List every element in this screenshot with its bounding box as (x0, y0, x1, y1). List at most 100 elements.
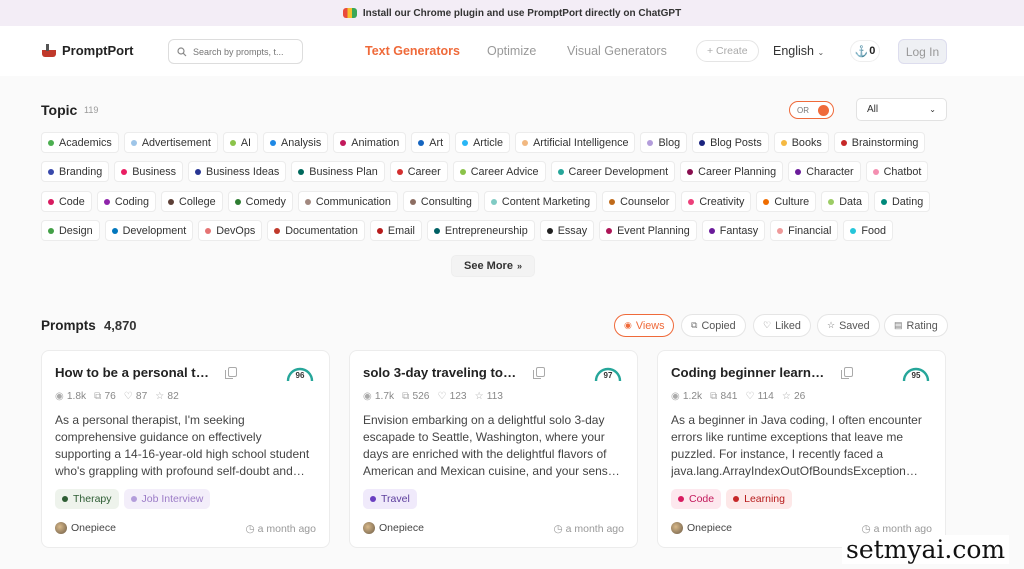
topic-tag[interactable]: Consulting (402, 191, 479, 212)
stat-saves: ☆ 113 (475, 391, 503, 403)
topic-tag[interactable]: Career Planning (680, 161, 784, 182)
topic-tag[interactable]: College (161, 191, 223, 212)
card-author[interactable]: Onepiece (55, 522, 116, 534)
star-icon: ☆ (474, 391, 484, 402)
card-author[interactable]: Onepiece (671, 522, 732, 534)
language-select[interactable]: English ⌄ (773, 44, 824, 58)
topic-tag[interactable]: Career Development (550, 161, 676, 182)
stat-copies: ⧉ 76 (94, 391, 116, 403)
topic-tag[interactable]: Chatbot (865, 161, 929, 182)
topic-tag[interactable]: Dating (874, 191, 931, 212)
topic-tag[interactable]: Business Ideas (188, 161, 287, 182)
nav-text-generators[interactable]: Text Generators (365, 44, 460, 58)
prompt-card[interactable]: solo 3-day traveling to Seattle 97 ◉1.7k ⧉5… (349, 350, 638, 548)
prompts-title: Prompts (41, 318, 96, 333)
topic-tag[interactable]: Communication (297, 191, 398, 212)
search-input[interactable] (193, 46, 293, 57)
topic-tag[interactable]: Entrepreneurship (426, 220, 535, 241)
stat-copies: ⧉ 841 (710, 391, 737, 403)
topic-tag[interactable]: Design (41, 220, 100, 241)
login-button[interactable]: Log In (898, 39, 947, 64)
topic-tag[interactable]: Event Planning (599, 220, 697, 241)
logo[interactable]: PromptPort (42, 43, 134, 58)
sort-copied-button[interactable]: ⧉ Copied (681, 314, 746, 337)
tag-label: Data (839, 195, 862, 208)
topic-tag[interactable]: DevOps (198, 220, 263, 241)
card-tag[interactable]: Job Interview (123, 489, 211, 509)
card-title[interactable]: How to be a personal therapist (55, 365, 210, 380)
topic-tag[interactable]: Email (369, 220, 422, 241)
topic-tag[interactable]: Advertisement (123, 132, 218, 153)
topic-tag[interactable]: Development (104, 220, 194, 241)
topic-tag[interactable]: Blog Posts (692, 132, 769, 153)
card-tag[interactable]: Therapy (55, 489, 119, 509)
topic-tag[interactable]: Essay (539, 220, 595, 241)
sort-liked-button[interactable]: ♡ Liked (753, 314, 811, 337)
plugin-banner[interactable]: Install our Chrome plugin and use Prompt… (0, 0, 1024, 26)
topic-tag[interactable]: AI (222, 132, 259, 153)
topic-tag[interactable]: Branding (41, 161, 110, 182)
tag-label: Business (132, 165, 177, 178)
topic-tag[interactable]: Academics (41, 132, 119, 153)
sort-rating-button[interactable]: ▤ Rating (884, 314, 948, 337)
search-box[interactable] (168, 39, 303, 64)
topic-tag[interactable]: Art (411, 132, 451, 153)
topic-tag[interactable]: Business Plan (291, 161, 385, 182)
ship-icon (42, 43, 56, 58)
card-title[interactable]: solo 3-day traveling to Seattle (363, 365, 518, 380)
toggle-label: OR (797, 105, 809, 115)
topic-tag[interactable]: Content Marketing (483, 191, 598, 212)
card-tag[interactable]: Learning (726, 489, 792, 509)
tag-dot-icon (462, 139, 469, 146)
prompt-card[interactable]: How to be a personal therapist 96 ◉1.8k ⧉76… (41, 350, 330, 548)
see-more-button[interactable]: See More » (451, 255, 535, 277)
topic-tag[interactable]: Business (114, 161, 184, 182)
copy-icon[interactable] (841, 367, 853, 379)
topic-tag[interactable]: Food (843, 220, 893, 241)
topic-tag[interactable]: Coding (96, 191, 157, 212)
topic-tag[interactable]: Code (41, 191, 92, 212)
topic-tag[interactable]: Career (389, 161, 448, 182)
topic-tag[interactable]: Career Advice (452, 161, 546, 182)
nav-visual-generators[interactable]: Visual Generators (567, 44, 667, 58)
topic-tag[interactable]: Analysis (263, 132, 329, 153)
card-tag[interactable]: Code (671, 489, 722, 509)
prompt-card[interactable]: Coding beginner learning Java 95 ◉1.2k ⧉841… (657, 350, 946, 548)
tag-dot-icon (699, 139, 706, 146)
copy-icon[interactable] (533, 367, 545, 379)
topic-tag[interactable]: Character (788, 161, 861, 182)
topic-tag[interactable]: Counselor (602, 191, 677, 212)
topic-tag[interactable]: Data (821, 191, 869, 212)
tag-label: Branding (59, 165, 103, 178)
topic-tag[interactable]: Article (455, 132, 511, 153)
card-author[interactable]: Onepiece (363, 522, 424, 534)
sort-views-button[interactable]: ◉ Views (614, 314, 675, 337)
stat-value: 1.2k (682, 391, 703, 402)
topic-tag[interactable]: Documentation (267, 220, 365, 241)
nav-optimize[interactable]: Optimize (487, 44, 536, 58)
topic-tag[interactable]: Culture (756, 191, 817, 212)
tag-dot-icon (270, 139, 277, 146)
tag-dot-icon (647, 139, 654, 146)
topic-tag[interactable]: Creativity (681, 191, 752, 212)
topic-tag[interactable]: Fantasy (701, 220, 766, 241)
create-button[interactable]: + Create (696, 40, 759, 62)
copy-icon[interactable] (225, 367, 237, 379)
topic-filter-select[interactable]: All ⌄ (856, 98, 947, 121)
sort-saved-button[interactable]: ☆ Saved (817, 314, 880, 337)
topic-tag[interactable]: Books (773, 132, 829, 153)
topic-tag[interactable]: Animation (333, 132, 407, 153)
anchor-counter[interactable]: ⚓ 0 (850, 40, 880, 62)
topic-tag[interactable]: Financial (770, 220, 839, 241)
topic-tag[interactable]: Blog (640, 132, 688, 153)
topic-tag-row: Code Coding College Comedy Communication Cons… (41, 191, 931, 212)
card-title[interactable]: Coding beginner learning Java (671, 365, 826, 380)
card-tag[interactable]: Travel (363, 489, 417, 509)
topic-tag[interactable]: Artificial Intelligence (515, 132, 636, 153)
topic-tag[interactable]: Comedy (227, 191, 293, 212)
tag-dot-icon (409, 198, 416, 205)
card-description: As a personal therapist, I'm seeking com… (55, 413, 310, 478)
or-toggle[interactable]: OR (789, 101, 834, 119)
card-time: ◷ a month ago (246, 523, 316, 535)
topic-tag[interactable]: Brainstorming (833, 132, 926, 153)
